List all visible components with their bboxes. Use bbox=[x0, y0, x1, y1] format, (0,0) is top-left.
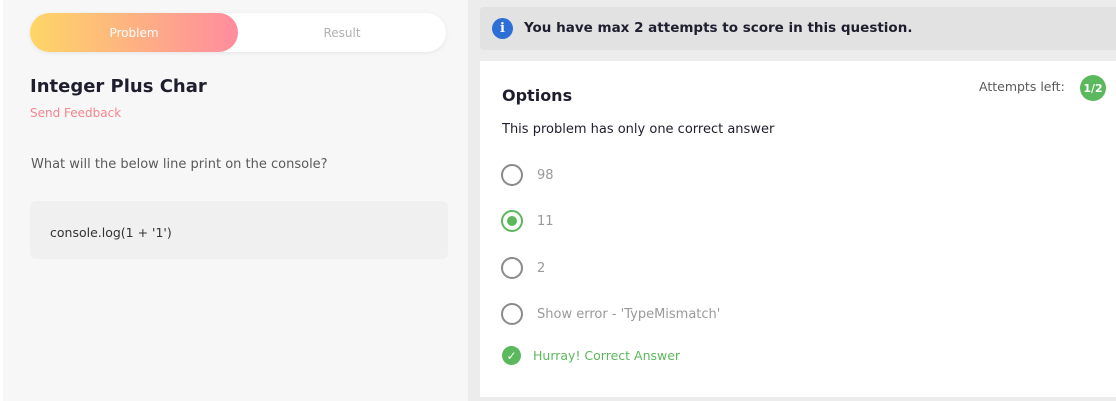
code-block: console.log(1 + '1') bbox=[30, 201, 448, 259]
option-label: Show error - 'TypeMismatch' bbox=[537, 306, 721, 322]
send-feedback-link[interactable]: Send Feedback bbox=[30, 106, 121, 120]
option-label: 11 bbox=[537, 213, 554, 229]
result-message: ✓ Hurray! Correct Answer bbox=[502, 346, 680, 365]
instruction-text: This problem has only one correct answer bbox=[502, 122, 775, 137]
question-text: What will the below line print on the co… bbox=[31, 157, 328, 172]
attempts-left-badge: 1/2 bbox=[1080, 75, 1106, 101]
radio-button[interactable] bbox=[501, 164, 523, 186]
options-title: Options bbox=[502, 86, 573, 105]
attempts-info-bar: i You have max 2 attempts to score in th… bbox=[480, 7, 1116, 50]
radio-button-checked[interactable] bbox=[501, 210, 523, 232]
tab-problem[interactable]: Problem bbox=[30, 13, 238, 52]
option-98[interactable]: 98 bbox=[501, 163, 554, 187]
attempts-left-label: Attempts left: bbox=[979, 79, 1065, 94]
code-text: console.log(1 + '1') bbox=[50, 225, 172, 240]
page: Problem Result Integer Plus Char Send Fe… bbox=[0, 0, 1116, 401]
option-label: 2 bbox=[537, 260, 546, 276]
option-label: 98 bbox=[537, 167, 554, 183]
options-card: Options Attempts left: 1/2 This problem … bbox=[480, 61, 1116, 397]
option-11[interactable]: 11 bbox=[501, 209, 554, 233]
info-text: You have max 2 attempts to score in this… bbox=[524, 20, 913, 36]
tab-switcher: Problem Result bbox=[30, 13, 446, 52]
problem-title: Integer Plus Char bbox=[30, 76, 207, 97]
problem-panel: Problem Result Integer Plus Char Send Fe… bbox=[0, 0, 468, 401]
check-circle-icon: ✓ bbox=[502, 346, 521, 365]
tab-result[interactable]: Result bbox=[238, 13, 446, 52]
result-text: Hurray! Correct Answer bbox=[533, 348, 681, 363]
radio-button[interactable] bbox=[501, 303, 523, 325]
option-2[interactable]: 2 bbox=[501, 256, 545, 280]
option-show-error[interactable]: Show error - 'TypeMismatch' bbox=[501, 302, 720, 326]
radio-button[interactable] bbox=[501, 257, 523, 279]
info-icon: i bbox=[492, 18, 513, 39]
